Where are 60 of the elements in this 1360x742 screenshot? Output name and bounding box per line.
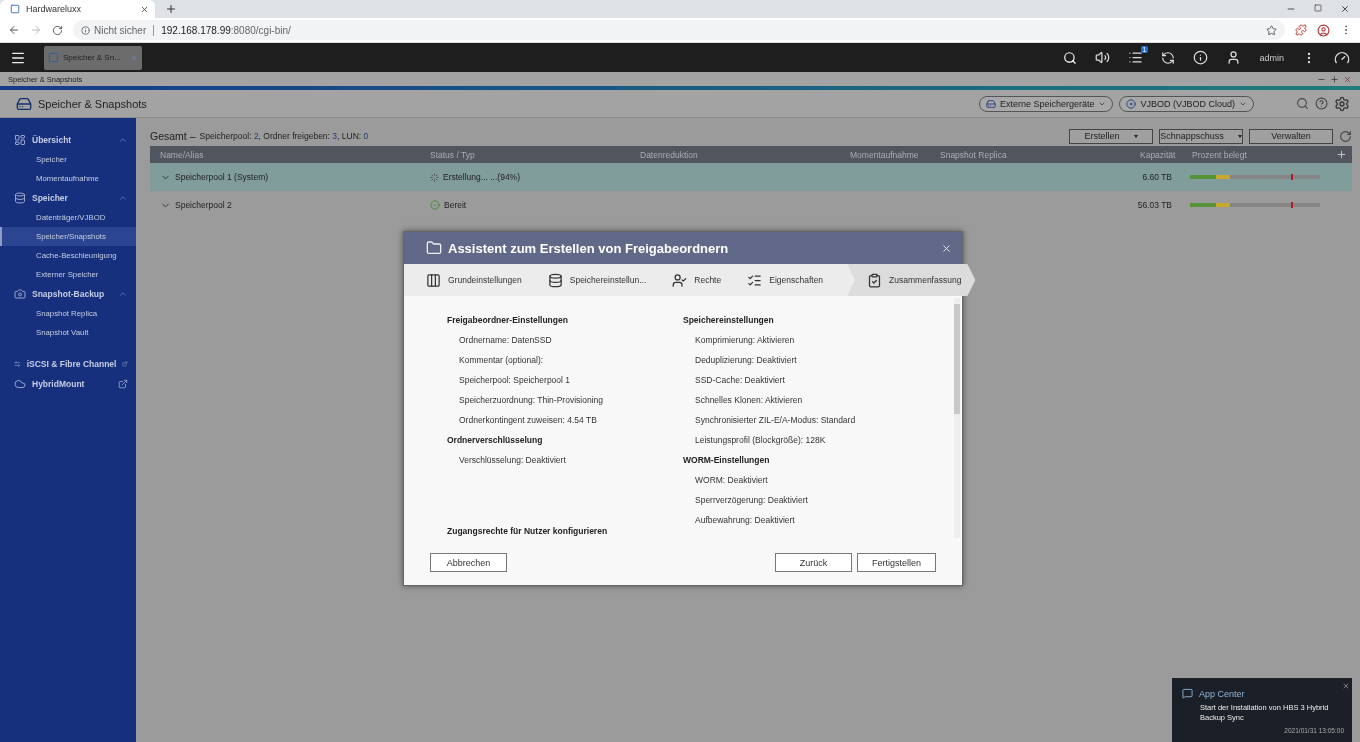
pool-status: Bereit	[444, 200, 467, 210]
setting-text: Verschlüsselung: Deaktiviert	[458, 454, 567, 467]
notification-app: App Center	[1199, 688, 1245, 699]
url-host: 192.168.178.99	[161, 24, 231, 36]
setting-text: Ordnername: DatenSSD	[458, 334, 553, 347]
user-name[interactable]: admin	[1259, 52, 1284, 63]
setting-text: Kommentar (optional):	[458, 354, 545, 367]
action-button[interactable]: Erstellen	[1069, 128, 1153, 144]
url-path: :8080/cgi-bin/	[230, 24, 291, 36]
dropdown-button[interactable]: Externe Speichergeräte	[978, 95, 1114, 112]
app-title: Speicher & Snapshots	[38, 97, 147, 110]
action-button[interactable]: Schnappschuss	[1159, 128, 1243, 144]
section-heading: Speichereinstellungen	[683, 314, 775, 327]
setting-text: WORM: Deaktiviert	[694, 474, 769, 487]
section-heading: Ordnerverschlüsselung	[447, 434, 544, 447]
setting-text: Synchronisierter ZIL-E/A-Modus: Standard	[694, 414, 857, 427]
setting-text: Aufbewahrung: Deaktiviert	[694, 514, 796, 527]
wizard-step[interactable]: Speichereinstellun...	[545, 264, 661, 296]
pool-name: Speicherpool 1 (System)	[175, 172, 269, 182]
setting-text: Speicherzuordnung: Thin-Provisioning	[458, 394, 604, 407]
wizard-step[interactable]: Eigenschaften	[745, 264, 838, 296]
setting-text: Sperrverzögerung: Deaktiviert	[694, 494, 809, 507]
setting-text: Ordnerkontingent zuweisen: 4.54 TB	[458, 414, 598, 427]
summary-text: Speicherpool: 2, Ordner freigeben: 3, LUN: 0	[199, 131, 369, 141]
finish-button[interactable]: Fertigstellen	[857, 553, 936, 572]
table-row[interactable]: Speicherpool 1 (System) Erstellung... ...(94%) 6.60 TB	[150, 163, 1352, 191]
pool-status: Erstellung... ...(94%)	[443, 172, 520, 182]
back-button[interactable]: Zurück	[775, 553, 852, 572]
setting-text: Schnelles Klonen: Aktivieren	[694, 394, 804, 407]
wizard-step[interactable]: Zusammenfassung	[847, 264, 976, 296]
summary-label: Gesamt –	[150, 130, 196, 142]
sidebar-heading[interactable]: Speicher	[32, 193, 112, 203]
setting-text: SSD-Cache: Deaktiviert	[694, 374, 786, 387]
column-header[interactable]: Snapshot Replica	[930, 149, 1130, 160]
setting-text: Leistungsprofil (Blockgröße): 128K	[694, 434, 827, 447]
column-header[interactable]: Name/Alias	[150, 149, 420, 160]
sidebar-heading[interactable]: Übersicht	[32, 135, 112, 145]
section-heading: Freigabeordner-Einstellungen	[447, 314, 569, 327]
sidebar-heading[interactable]: Snapshot-Backup	[32, 289, 112, 299]
table-row[interactable]: Speicherpool 2 Bereit 56.03 TB	[150, 191, 1352, 219]
tab-title: Hardwareluxx	[26, 4, 83, 14]
capacity: 6.60 TB	[1141, 172, 1173, 182]
sidebar-link[interactable]: iSCSI & Fibre Channel	[26, 359, 117, 369]
cancel-button[interactable]: Abbrechen	[430, 553, 507, 572]
pool-name: Speicherpool 2	[175, 200, 232, 210]
wizard-step[interactable]: Rechte	[670, 264, 736, 296]
capacity: 56.03 TB	[1136, 200, 1173, 210]
setting-text: Komprimierung: Aktivieren	[694, 334, 796, 347]
security-warning: Nicht sicher	[94, 24, 147, 36]
dialog-title: Assistent zum Erstellen von Freigabeordnern	[448, 240, 730, 256]
address-bar[interactable]: Nicht sicher 192.168.178.99:8080/cgi-bin/	[73, 20, 1285, 40]
section-heading: WORM-Einstellungen	[683, 454, 771, 467]
section-heading: Zugangsrechte für Nutzer konfigurieren	[447, 526, 608, 536]
setting-text: Deduplizierung: Deaktiviert	[694, 354, 798, 367]
browser-tab[interactable]: Hardwareluxx	[0, 0, 155, 18]
setting-text: Speicherpool: Speicherpool 1	[458, 374, 572, 387]
sidebar-link[interactable]: HybridMount	[32, 379, 112, 389]
action-button[interactable]: Verwalten	[1249, 128, 1333, 144]
dropdown-button[interactable]: VJBOD (VJBOD Cloud)	[1119, 95, 1254, 112]
wizard-step[interactable]: Grundeinstellungen	[424, 264, 536, 296]
